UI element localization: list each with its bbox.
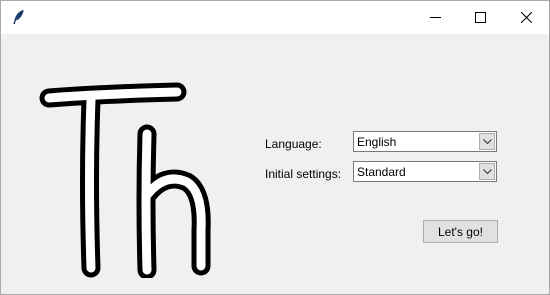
maximize-button[interactable] [457,1,503,34]
initial-settings-select-value: Standard [357,165,406,179]
close-icon [520,12,532,23]
language-label: Language: [265,137,322,151]
minimize-icon [429,17,441,18]
close-button[interactable] [503,1,549,34]
chevron-down-icon [482,168,492,174]
maximize-icon [474,12,486,23]
initial-settings-dropdown-button[interactable] [479,163,495,180]
initial-settings-label: Initial settings: [265,167,342,181]
lets-go-button[interactable]: Let's go! [423,220,498,243]
title-bar[interactable] [1,1,549,34]
language-dropdown-button[interactable] [479,133,495,150]
language-select-value: English [357,135,397,149]
th-logo-icon [39,82,211,278]
initial-settings-select[interactable]: Standard [353,161,497,182]
language-select[interactable]: English [353,131,497,152]
feather-icon [13,9,24,25]
main-content: Language: English Initial settings: Stan… [1,34,549,294]
app-window: Language: English Initial settings: Stan… [0,0,550,295]
minimize-button[interactable] [412,1,458,34]
chevron-down-icon [482,138,492,144]
